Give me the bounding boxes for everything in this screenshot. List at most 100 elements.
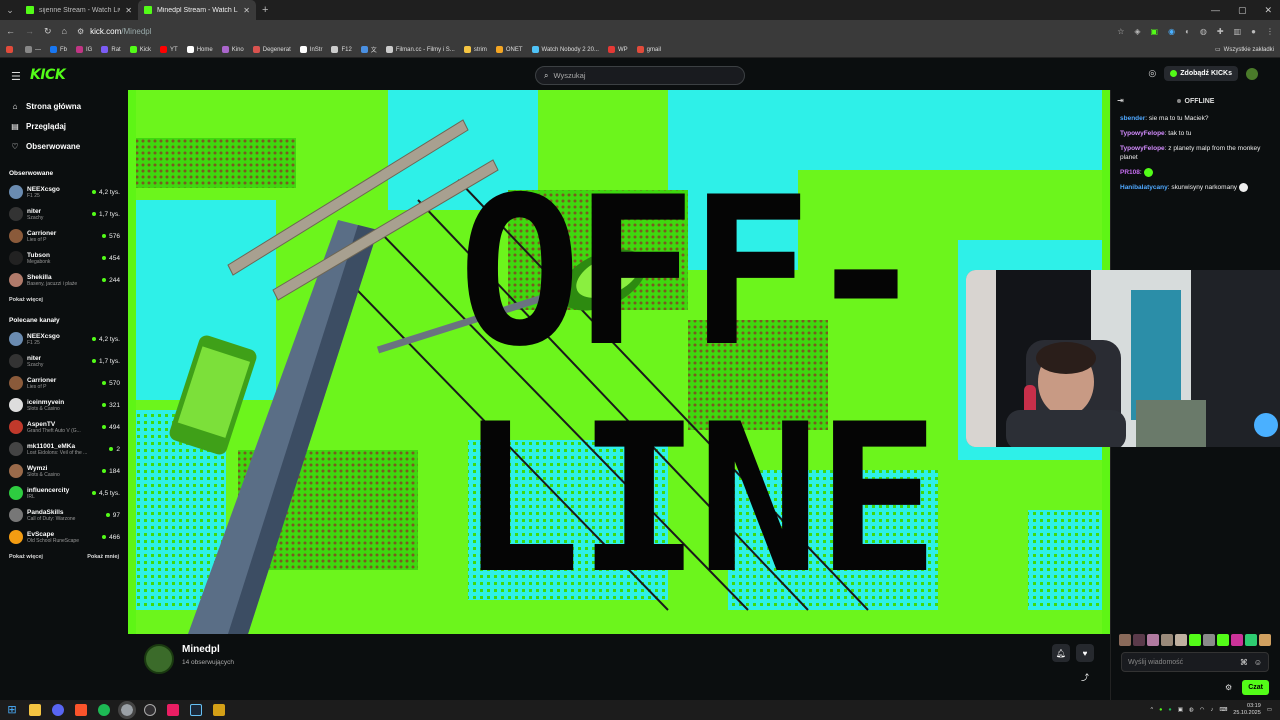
- quick-emote-icon[interactable]: [1189, 634, 1201, 646]
- bookmark-item[interactable]: Rat: [101, 46, 121, 53]
- tray-app-icon[interactable]: ●: [1159, 707, 1162, 713]
- bookmark-item[interactable]: Watch Nobody 2 20...: [531, 46, 599, 53]
- quick-emote-icon[interactable]: [1203, 634, 1215, 646]
- extension-icon[interactable]: ◐: [1185, 27, 1190, 36]
- forward-icon[interactable]: →: [25, 26, 34, 36]
- site-info-icon[interactable]: ⚙: [77, 27, 84, 36]
- bookmark-item[interactable]: ONET: [495, 46, 523, 53]
- bookmark-item[interactable]: gmail: [636, 46, 661, 53]
- chat-username[interactable]: sbender: [1120, 115, 1145, 122]
- emote-picker-icon[interactable]: ⌘: [1240, 658, 1248, 667]
- app-icon[interactable]: [213, 704, 225, 716]
- extension-icon[interactable]: ◈: [1134, 27, 1140, 36]
- volume-icon[interactable]: ♪: [1211, 707, 1214, 713]
- sidebar-channel[interactable]: influencercity IRL 4,5 tys.: [0, 482, 128, 504]
- bookmark-item[interactable]: WP: [607, 46, 628, 53]
- quick-emote-icon[interactable]: [1147, 634, 1159, 646]
- extension-icon[interactable]: ◍: [1200, 27, 1207, 36]
- new-tab-button[interactable]: +: [256, 4, 274, 16]
- emoji-icon[interactable]: ☺: [1254, 658, 1262, 667]
- extensions-puzzle-icon[interactable]: ✚: [1217, 27, 1224, 36]
- sidebar-channel[interactable]: Tubson Megabonk 454: [0, 247, 128, 269]
- user-avatar[interactable]: [1246, 67, 1258, 80]
- steam-icon[interactable]: [190, 704, 202, 716]
- share-button[interactable]: ⤴: [1076, 668, 1094, 686]
- bookmark-item[interactable]: InStr: [299, 46, 322, 53]
- back-icon[interactable]: ←: [6, 26, 15, 36]
- show-more-button[interactable]: Pokaż więcej: [9, 554, 43, 560]
- browser-tab-active[interactable]: Minedpl Stream - Watch Live o ✕: [138, 0, 256, 20]
- extension-icon[interactable]: ◉: [1168, 27, 1175, 36]
- notification-bell-button[interactable]: 🔔︎: [1052, 644, 1070, 662]
- bookmark-star-icon[interactable]: ☆: [1117, 27, 1124, 36]
- notification-icon[interactable]: ▭: [1267, 707, 1272, 713]
- menu-dots-icon[interactable]: ⋮: [1266, 27, 1274, 36]
- tab-search-icon[interactable]: ⌄: [0, 0, 20, 20]
- extension-icon[interactable]: ▣: [1151, 27, 1159, 36]
- sidebar-channel[interactable]: EvScape Old School RuneScape 466: [0, 526, 128, 548]
- network-icon[interactable]: ◠: [1200, 707, 1205, 713]
- sidebar-channel[interactable]: niter Szachy 1,7 tys.: [0, 350, 128, 372]
- minimize-icon[interactable]: —: [1211, 5, 1220, 15]
- sidebar-channel[interactable]: Shekilla Baseny, jacuzzi i plaże 244: [0, 269, 128, 291]
- quick-emote-icon[interactable]: [1161, 634, 1173, 646]
- bookmark-item[interactable]: F12: [331, 46, 352, 53]
- sidebar-channel[interactable]: niter Szachy 1,7 tys.: [0, 203, 128, 225]
- language-icon[interactable]: ⌨: [1219, 707, 1227, 713]
- bookmark-item[interactable]: Fb: [50, 46, 67, 53]
- browser-tab[interactable]: sijenne Stream - Watch Live o ✕: [20, 0, 138, 20]
- bookmark-item[interactable]: [6, 46, 16, 53]
- bookmark-item[interactable]: —: [25, 46, 41, 53]
- bookmark-item[interactable]: IG: [76, 46, 92, 53]
- quick-emote-icon[interactable]: [1175, 634, 1187, 646]
- video-player[interactable]: OFF- LINE: [128, 90, 1110, 634]
- app-icon[interactable]: [167, 704, 179, 716]
- file-explorer-icon[interactable]: [29, 704, 41, 716]
- sidebar-nav-item[interactable]: ⌂ Strona główna: [0, 96, 128, 116]
- tab-close-icon[interactable]: ✕: [125, 6, 132, 15]
- sidebar-channel[interactable]: Carrioner Lies of P 570: [0, 372, 128, 394]
- chat-username[interactable]: TypowyFelope: [1120, 130, 1165, 137]
- bookmark-item[interactable]: Kick: [129, 46, 151, 53]
- profile-avatar-icon[interactable]: ●: [1251, 27, 1256, 36]
- sidebar-channel[interactable]: iceinmyvein Slots & Casino 321: [0, 394, 128, 416]
- chat-settings-icon[interactable]: ⚙: [1225, 683, 1232, 692]
- bookmark-item[interactable]: 文: [360, 45, 377, 54]
- maximize-icon[interactable]: ▢: [1238, 5, 1247, 16]
- all-bookmarks-folder[interactable]: ▭ Wszystkie zakładki: [1215, 46, 1274, 54]
- chat-send-button[interactable]: Czat: [1242, 679, 1269, 695]
- get-kicks-button[interactable]: Zdobądź KICKs: [1164, 66, 1238, 81]
- show-more-button[interactable]: Pokaż więcej: [9, 297, 43, 303]
- sidebar-nav-item[interactable]: ♡ Obserwowane: [0, 136, 128, 156]
- chat-input[interactable]: Wyślij wiadomość ⌘ ☺: [1121, 652, 1269, 672]
- sidebar-nav-item[interactable]: ▤ Przeglądaj: [0, 116, 128, 136]
- tray-app-icon[interactable]: ▣: [1178, 707, 1183, 713]
- tray-app-icon[interactable]: ●: [1168, 707, 1171, 713]
- quick-emote-icon[interactable]: [1217, 634, 1229, 646]
- search-input[interactable]: ⌕ Wyszukaj: [535, 66, 745, 85]
- home-icon[interactable]: ⌂: [62, 26, 67, 36]
- quick-emote-icon[interactable]: [1133, 634, 1145, 646]
- sidebar-channel[interactable]: NEEXcsgo F1 25 4,2 tys.: [0, 181, 128, 203]
- quick-emote-icon[interactable]: [1245, 634, 1257, 646]
- bookmark-item[interactable]: Home: [186, 46, 213, 53]
- collapse-chat-icon[interactable]: ⇥: [1117, 96, 1124, 105]
- streamer-avatar[interactable]: [144, 644, 174, 674]
- chrome-icon[interactable]: [118, 701, 136, 719]
- show-less-button[interactable]: Pokaż mniej: [87, 554, 119, 560]
- discord-icon[interactable]: [52, 704, 64, 716]
- streamer-name[interactable]: Minedpl: [182, 644, 220, 655]
- close-window-icon[interactable]: ✕: [1264, 5, 1272, 16]
- tray-chevron-icon[interactable]: ^: [1150, 707, 1153, 713]
- chat-username[interactable]: Hanibalatycany: [1120, 184, 1168, 191]
- sidebar-channel[interactable]: mk11001_eMKa Lost Eidolons: Veil of the …: [0, 438, 128, 460]
- reload-icon[interactable]: ↻: [44, 26, 52, 37]
- sidebar-channel[interactable]: PandaSkills Call of Duty: Warzone 97: [0, 504, 128, 526]
- spotify-icon[interactable]: [98, 704, 110, 716]
- bookmark-item[interactable]: strim: [463, 46, 487, 53]
- tab-close-icon[interactable]: ✕: [243, 6, 250, 15]
- menu-hamburger-icon[interactable]: ☰: [11, 70, 21, 83]
- sidebar-icon[interactable]: ▥: [1234, 27, 1242, 36]
- gift-icon[interactable]: ◎: [1148, 68, 1156, 79]
- bookmark-item[interactable]: Degenerat: [252, 46, 291, 53]
